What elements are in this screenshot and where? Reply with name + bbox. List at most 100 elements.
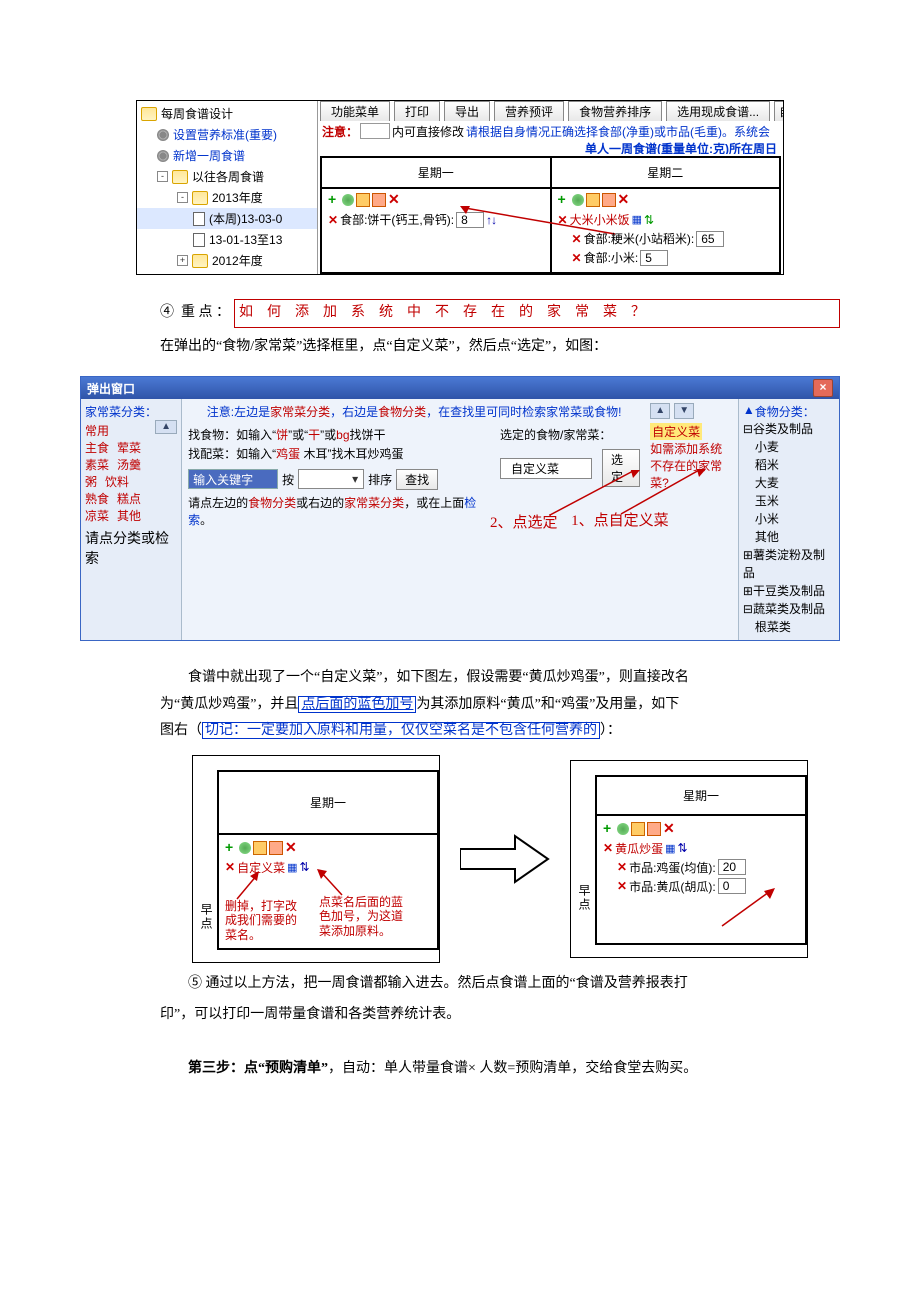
ingredient-value-input[interactable]: 5 <box>640 250 668 266</box>
search-input[interactable] <box>188 469 278 489</box>
selected-food-box[interactable]: 自定义菜 <box>500 458 592 479</box>
tree-item-2012[interactable]: + 2012年度 <box>137 250 317 271</box>
collapse-icon[interactable]: - <box>157 171 168 182</box>
food-row[interactable]: ✕ 食部:饼干(钙王,骨钙): 8 ↑↓ <box>328 211 544 228</box>
category-row[interactable]: 粥饮料 <box>85 473 177 490</box>
gear-icon[interactable] <box>239 842 251 854</box>
tree-root[interactable]: 每周食谱设计 <box>137 103 317 124</box>
menu-button[interactable]: 功能菜单 <box>320 101 390 121</box>
dish-row[interactable]: ✕ 黄瓜炒蛋 ▦ ⇅ <box>603 840 799 857</box>
copy-icon[interactable] <box>586 193 600 207</box>
collapse-icon[interactable]: - <box>177 192 188 203</box>
category-row[interactable]: 主食荤菜 <box>85 439 177 456</box>
plus-icon[interactable]: + <box>225 842 237 854</box>
para-custom-dish-1: 食谱中就出现了一个“自定义菜”，如下图左，假设需要“黄瓜炒鸡蛋”，则直接改名 <box>160 665 840 692</box>
ingredient-value-input[interactable]: 0 <box>718 878 746 894</box>
ingredient-value-input[interactable]: 20 <box>718 859 746 875</box>
ingredient-row[interactable]: ✕ 市品:黄瓜(胡瓜): 0 <box>603 878 799 895</box>
dish-plus-icon[interactable]: ▦ <box>632 213 642 226</box>
sort-dropdown[interactable]: ▾ <box>298 469 364 489</box>
paste-icon[interactable] <box>269 841 283 855</box>
delete-icon[interactable]: ✕ <box>663 823 675 835</box>
preview-button[interactable]: 营养预评 <box>494 101 564 121</box>
ingredient-row[interactable]: ✕ 食部:小米: 5 <box>558 249 774 266</box>
export-button[interactable]: 导出 <box>444 101 490 121</box>
custom-hint-line: 不存在的家常 <box>650 457 734 474</box>
remove-row-icon[interactable]: ✕ <box>617 879 627 893</box>
tree-item-2011[interactable]: + 2011年度 <box>137 271 317 274</box>
food-cat-item[interactable]: 小米 <box>743 510 835 528</box>
delete-icon[interactable]: ✕ <box>388 194 400 206</box>
custom-dish-link[interactable]: 自定义菜 <box>650 423 702 440</box>
sort-arrows-icon[interactable]: ⇅ <box>299 860 308 874</box>
search-button[interactable]: 查找 <box>396 469 438 490</box>
tree-item-week-current[interactable]: (本周)13-03-0 <box>137 208 317 229</box>
food-cat-item[interactable]: ⊞薯类淀粉及制品 <box>743 546 835 582</box>
category-row[interactable]: 常用 <box>85 422 155 439</box>
remove-row-icon[interactable]: ✕ <box>617 860 627 874</box>
food-value-input[interactable]: 8 <box>456 212 484 228</box>
food-cat-item[interactable]: ⊟谷类及制品 <box>743 420 835 438</box>
custom-dish-name[interactable]: 自定义菜 <box>237 859 285 876</box>
copy-icon[interactable] <box>253 841 267 855</box>
close-icon[interactable]: × <box>813 379 833 397</box>
food-cat-item[interactable]: ⊟蔬菜类及制品 <box>743 600 835 618</box>
remove-row-icon[interactable]: ✕ <box>572 232 582 246</box>
plus-icon[interactable]: + <box>558 194 570 206</box>
sort-arrows-icon[interactable]: ⇅ <box>677 841 686 855</box>
paste-icon[interactable] <box>372 193 386 207</box>
food-cat-item[interactable]: 稻米 <box>743 456 835 474</box>
remove-row-icon[interactable]: ✕ <box>603 841 613 855</box>
ingredient-row[interactable]: ✕ 市品:鸡蛋(均值): 20 <box>603 859 799 876</box>
sort-arrows-icon[interactable]: ↑↓ <box>486 213 496 227</box>
dish-row[interactable]: ✕ 大米小米饭 ▦ ⇅ <box>558 211 774 228</box>
ingredient-row[interactable]: ✕ 食部:粳米(小站稻米): 65 <box>558 230 774 247</box>
gear-icon[interactable] <box>342 194 354 206</box>
gear-icon[interactable] <box>617 823 629 835</box>
category-row[interactable]: 凉菜其他 <box>85 507 177 524</box>
tree-item-week-jan[interactable]: 13-01-13至13 <box>137 229 317 250</box>
remove-row-icon[interactable]: ✕ <box>558 213 568 227</box>
chevron-up-icon[interactable]: ▲ <box>743 403 755 417</box>
food-cat-item[interactable]: 大麦 <box>743 474 835 492</box>
category-row[interactable]: 熟食糕点 <box>85 490 177 507</box>
sort-arrows-icon[interactable]: ⇅ <box>644 213 653 227</box>
tree-item-add[interactable]: 新增一周食谱 <box>137 145 317 166</box>
use-existing-button[interactable]: 选用现成食谱... <box>666 101 770 121</box>
food-cat-item[interactable]: 根菜类 <box>743 618 835 636</box>
chevron-down-icon[interactable]: ▼ <box>674 403 694 419</box>
tree-item-settings[interactable]: 设置营养标准(重要) <box>137 124 317 145</box>
tree-week-current-label: (本周)13-03-0 <box>209 210 282 227</box>
expand-icon[interactable]: + <box>177 255 188 266</box>
tree-item-past[interactable]: - 以往各周食谱 <box>137 166 317 187</box>
dish-plus-icon[interactable]: ▦ <box>287 861 297 874</box>
food-cat-item[interactable]: 玉米 <box>743 492 835 510</box>
plus-icon[interactable]: + <box>603 823 615 835</box>
ingredient-value-input[interactable]: 65 <box>696 231 724 247</box>
category-row[interactable]: 素菜汤羹 <box>85 456 177 473</box>
tree-item-2013[interactable]: - 2013年度 <box>137 187 317 208</box>
remove-row-icon[interactable]: ✕ <box>328 213 338 227</box>
cell-action-bar: + ✕ <box>225 841 431 855</box>
paste-icon[interactable] <box>602 193 616 207</box>
plus-icon[interactable]: + <box>328 194 340 206</box>
auto-button[interactable]: 自 <box>774 101 783 121</box>
food-cat-item[interactable]: ⊞干豆类及制品 <box>743 582 835 600</box>
dish-plus-icon[interactable]: ▦ <box>665 842 675 855</box>
delete-icon[interactable]: ✕ <box>285 842 297 854</box>
remove-row-icon[interactable]: ✕ <box>572 251 582 265</box>
custom-dish-row[interactable]: ✕ 自定义菜 ▦ ⇅ <box>225 859 431 876</box>
remove-row-icon[interactable]: ✕ <box>225 860 235 874</box>
food-cat-item[interactable]: 小麦 <box>743 438 835 456</box>
food-cat-item[interactable]: 其他 <box>743 528 835 546</box>
paste-icon[interactable] <box>647 822 661 836</box>
delete-icon[interactable]: ✕ <box>618 194 630 206</box>
chevron-up-icon[interactable]: ▲ <box>650 403 670 419</box>
confirm-button[interactable]: 选定 <box>602 449 640 487</box>
copy-icon[interactable] <box>631 822 645 836</box>
gear-icon[interactable] <box>572 194 584 206</box>
sort-button[interactable]: 食物营养排序 <box>568 101 662 121</box>
print-button[interactable]: 打印 <box>394 101 440 121</box>
copy-icon[interactable] <box>356 193 370 207</box>
chevron-up-icon[interactable]: ▲ <box>155 420 177 434</box>
